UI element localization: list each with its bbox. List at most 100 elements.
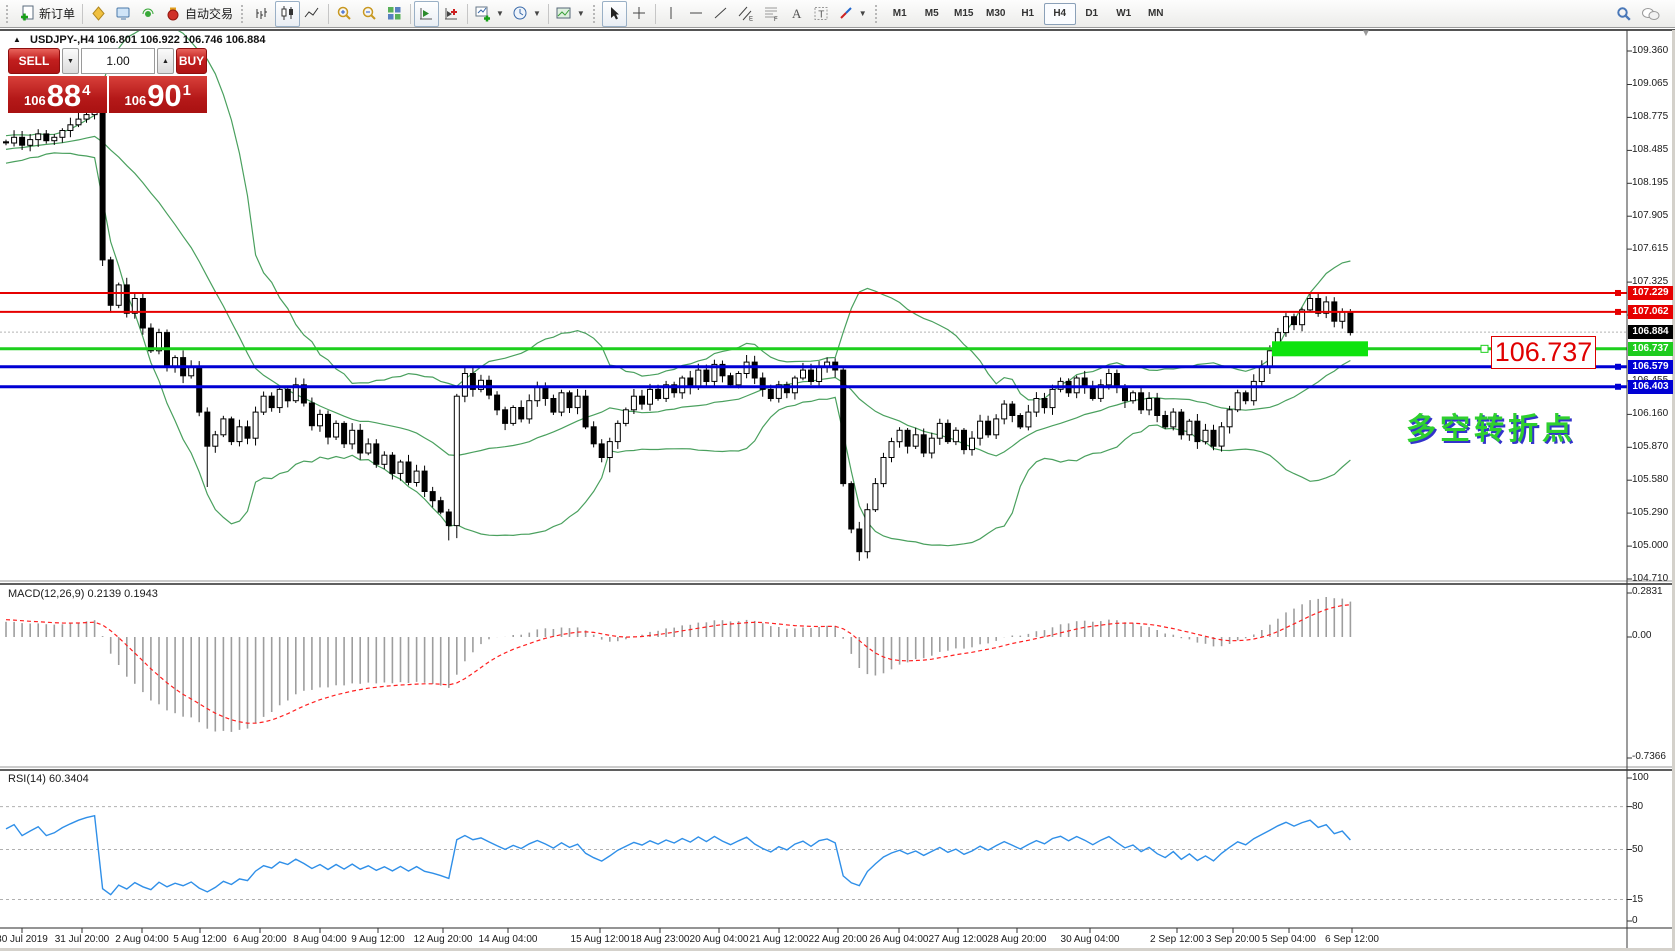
chart-template-icon — [556, 5, 573, 22]
timeframe-mn-button[interactable]: MN — [1140, 3, 1172, 25]
new-order-label: 新订单 — [39, 5, 75, 22]
candlestick-chart-icon — [279, 5, 296, 22]
chart-template-button[interactable]: ▼ — [552, 1, 589, 27]
main-toolbar: 新订单 自动交易 ▼ ▼ — [0, 0, 1675, 28]
bar-chart-button[interactable] — [250, 1, 275, 27]
buy-price-pip: 1 — [183, 82, 191, 99]
time-axis-label: 6 Sep 12:00 — [1307, 934, 1397, 945]
autotrading-icon — [165, 5, 182, 22]
timeframe-m15-button[interactable]: M15 — [948, 3, 980, 25]
volume-increase-button[interactable]: ▲ — [157, 48, 174, 74]
svg-text:F: F — [774, 17, 778, 22]
timeframe-m5-button[interactable]: M5 — [916, 3, 948, 25]
vertical-line-tool-button[interactable] — [659, 1, 684, 27]
price-tag: 106.884 — [1628, 325, 1673, 339]
sell-price-display[interactable]: 106 88 4 — [8, 76, 107, 113]
tile-windows-button[interactable] — [382, 1, 407, 27]
autotrading-button[interactable]: 自动交易 — [161, 1, 237, 27]
chart-shift-marker-icon[interactable]: ▼ — [1361, 28, 1371, 39]
signals-icon — [140, 5, 157, 22]
market-watch-icon — [115, 5, 132, 22]
fibonacci-tool-button[interactable]: F — [759, 1, 784, 27]
text-label-tool-button[interactable]: T — [809, 1, 834, 27]
svg-text:T: T — [818, 10, 824, 21]
text-label-icon: T — [813, 5, 830, 22]
sell-button[interactable]: SELL — [8, 48, 60, 74]
time-axis-label: 30 Aug 04:00 — [1045, 934, 1135, 945]
line-chart-icon — [304, 5, 321, 22]
toolbar-drag-handle[interactable] — [241, 5, 246, 23]
buy-price-display[interactable]: 106 90 1 — [109, 76, 208, 113]
auto-scroll-button[interactable] — [414, 1, 439, 27]
equidistant-channel-icon: E — [738, 5, 755, 22]
sell-price-big: 88 — [47, 81, 81, 111]
price-tag: 107.229 — [1628, 286, 1673, 300]
line-chart-button[interactable] — [300, 1, 325, 27]
metaeditor-button[interactable] — [86, 1, 111, 27]
volume-decrease-button[interactable]: ▼ — [62, 48, 79, 74]
rsi-axis-tick: 80 — [1632, 801, 1675, 812]
price-axis-tick: 105.580 — [1632, 474, 1675, 485]
timeframe-d1-button[interactable]: D1 — [1076, 3, 1108, 25]
buy-button[interactable]: BUY — [176, 48, 207, 74]
search-button[interactable] — [1611, 1, 1637, 27]
market-watch-button[interactable] — [111, 1, 136, 27]
price-axis-tick: 108.195 — [1632, 177, 1675, 188]
price-axis-tick: 104.710 — [1632, 573, 1675, 584]
macd-axis-tick: 0.2831 — [1632, 586, 1675, 597]
toolbar-drag-handle[interactable] — [6, 5, 11, 23]
timeframe-h1-button[interactable]: H1 — [1012, 3, 1044, 25]
sell-price-base: 106 — [24, 93, 46, 108]
timeframe-h4-button[interactable]: H4 — [1044, 3, 1076, 25]
chart-shift-button[interactable] — [439, 1, 464, 27]
horizontal-line-tool-button[interactable] — [684, 1, 709, 27]
timeframe-w1-button[interactable]: W1 — [1108, 3, 1140, 25]
price-axis-tick: 109.065 — [1632, 78, 1675, 89]
chat-button[interactable] — [1637, 1, 1665, 27]
zoom-out-button[interactable] — [357, 1, 382, 27]
metaeditor-icon — [90, 5, 107, 22]
toolbar-drag-handle[interactable] — [593, 5, 598, 23]
arrows-tool-button[interactable]: ▼ — [834, 1, 871, 27]
trendline-tool-button[interactable] — [709, 1, 734, 27]
macd-indicator-label: MACD(12,26,9) 0.2139 0.1943 — [8, 588, 158, 600]
new-chart-button[interactable]: ▼ — [471, 1, 508, 27]
one-click-trading-toggle-icon[interactable]: ▲ — [13, 35, 21, 44]
symbol-ohlc-header: USDJPY-,H4 106.801 106.922 106.746 106.8… — [30, 34, 265, 46]
text-tool-button[interactable]: A — [784, 1, 809, 27]
channel-tool-button[interactable]: E — [734, 1, 759, 27]
volume-input[interactable]: 1.00 — [81, 48, 155, 74]
timeframe-m30-button[interactable]: M30 — [980, 3, 1012, 25]
buy-price-base: 106 — [124, 93, 146, 108]
autotrading-label: 自动交易 — [185, 5, 233, 22]
svg-text:A: A — [792, 6, 802, 21]
cursor-tool-button[interactable] — [602, 1, 627, 27]
periods-button[interactable]: ▼ — [508, 1, 545, 27]
price-axis-tick: 109.360 — [1632, 45, 1675, 56]
text-icon: A — [788, 5, 805, 22]
price-axis-tick: 105.870 — [1632, 441, 1675, 452]
price-axis-tick: 105.290 — [1632, 507, 1675, 518]
macd-axis-tick: -0.7366 — [1632, 751, 1675, 762]
zoom-out-icon — [361, 5, 378, 22]
signals-button[interactable] — [136, 1, 161, 27]
crosshair-tool-button[interactable] — [627, 1, 652, 27]
dropdown-caret-icon: ▼ — [533, 9, 541, 18]
search-icon — [1615, 5, 1633, 23]
candlestick-chart-button[interactable] — [275, 1, 300, 27]
rsi-axis-tick: 15 — [1632, 894, 1675, 905]
price-tag: 106.403 — [1628, 380, 1673, 394]
chart-canvas[interactable] — [0, 0, 1675, 951]
mt4-terminal: { "toolbar": { "new_order_label": "新订单",… — [0, 0, 1675, 951]
chart-shift-icon — [443, 5, 460, 22]
zoom-in-button[interactable] — [332, 1, 357, 27]
dropdown-caret-icon: ▼ — [859, 9, 867, 18]
new-order-button[interactable]: 新订单 — [15, 1, 79, 27]
rsi-axis-tick: 0 — [1632, 915, 1675, 926]
price-level-value: 106.737 — [1495, 337, 1593, 368]
rsi-indicator-label: RSI(14) 60.3404 — [8, 773, 89, 785]
toolbar-separator — [655, 4, 656, 24]
timeframe-m1-button[interactable]: M1 — [884, 3, 916, 25]
toolbar-drag-handle[interactable] — [875, 5, 880, 23]
price-axis-tick: 106.160 — [1632, 408, 1675, 419]
